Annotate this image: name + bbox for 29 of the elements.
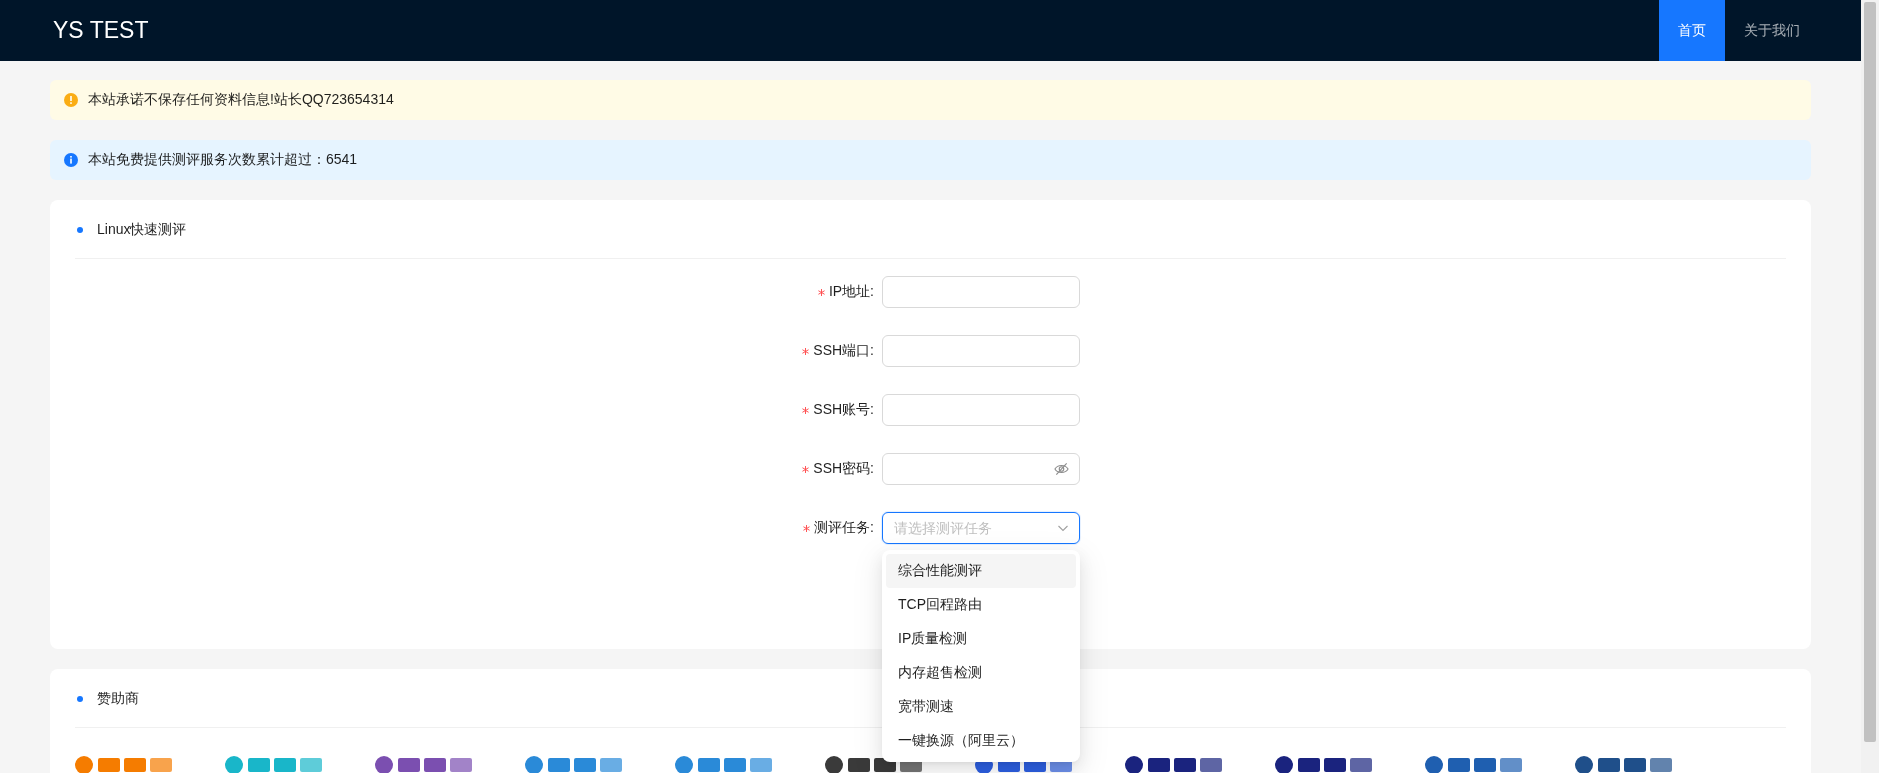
nav-item[interactable]: 关于我们	[1725, 0, 1819, 61]
warning-icon	[64, 93, 78, 107]
bullet-icon	[77, 696, 83, 702]
section-title: Linux快速测评	[97, 221, 187, 239]
dropdown-option[interactable]: TCP回程路由	[886, 588, 1076, 622]
scrollbar-thumb[interactable]	[1864, 2, 1876, 742]
select-field[interactable]: 请选择测评任务	[882, 512, 1080, 544]
section-title: 赞助商	[97, 690, 139, 708]
dropdown-option[interactable]: 综合性能测评	[886, 554, 1076, 588]
dropdown-option[interactable]: 一键换源（阿里云）	[886, 724, 1076, 758]
field-label: SSH密码:	[813, 460, 874, 478]
dropdown-option[interactable]: IP质量检测	[886, 622, 1076, 656]
field-label: IP地址:	[828, 283, 874, 301]
input-field[interactable]	[882, 276, 1080, 308]
password-field[interactable]	[882, 453, 1080, 485]
site-title: YS TEST	[53, 17, 149, 44]
dropdown-option[interactable]: 内存超售检测	[886, 656, 1076, 690]
eye-slash-icon[interactable]	[1054, 461, 1069, 477]
info-icon	[64, 153, 78, 167]
field-label: 测评任务:	[814, 519, 874, 537]
bullet-icon	[77, 227, 83, 233]
field-label: SSH账号:	[813, 401, 874, 419]
dropdown-option[interactable]: 宽带测速	[886, 690, 1076, 724]
input-field[interactable]	[882, 394, 1080, 426]
alert-message: 本站承诺不保存任何资料信息!站长QQ723654314	[88, 91, 394, 109]
input-field[interactable]	[882, 335, 1080, 367]
field-label: SSH端口:	[813, 342, 874, 360]
alert-message: 本站免费提供测评服务次数累计超过：6541	[88, 151, 358, 169]
nav-item[interactable]: 首页	[1659, 0, 1725, 61]
